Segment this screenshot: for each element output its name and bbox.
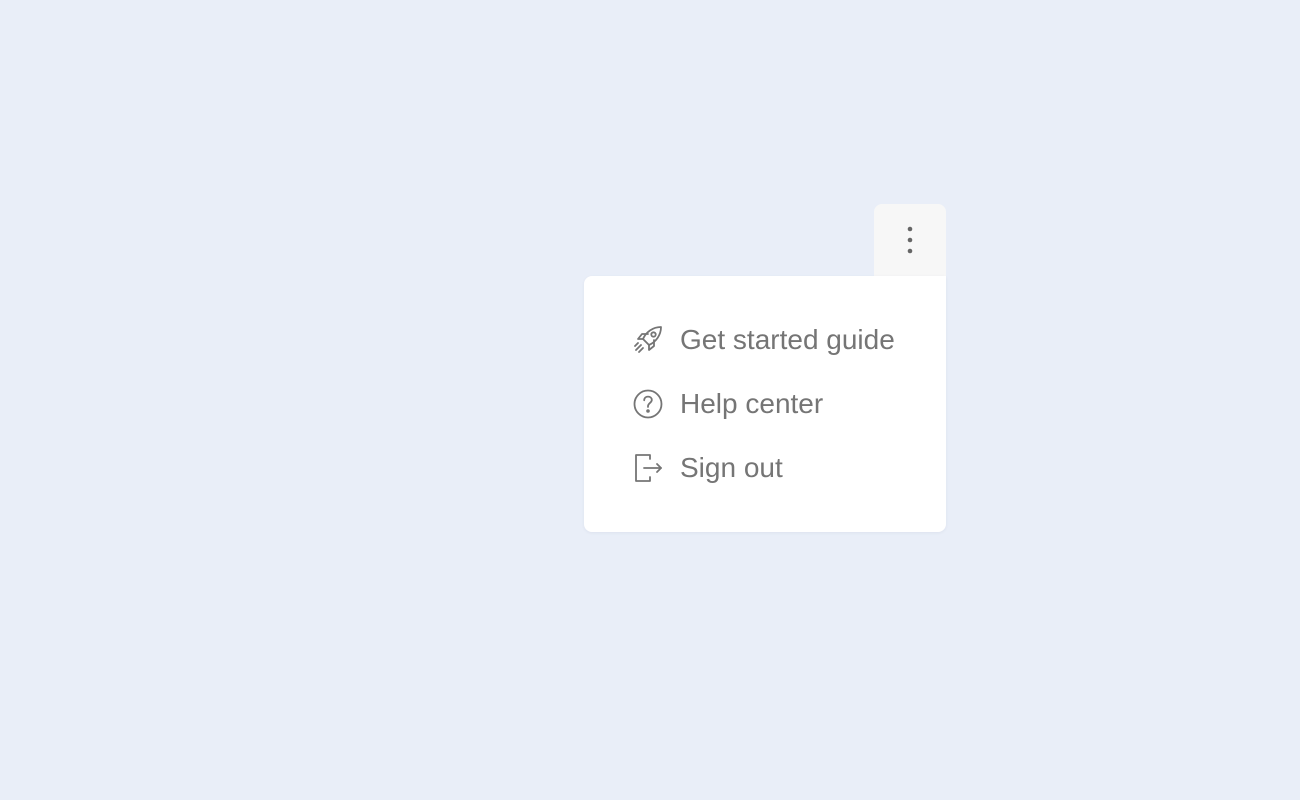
menu-item-help-center[interactable]: Help center [584,372,946,436]
menu-item-label: Get started guide [680,324,895,355]
page: Get started guide Help center Sign out [0,0,1300,800]
menu-item-get-started-guide[interactable]: Get started guide [584,308,946,372]
menu-item-label: Help center [680,388,824,419]
dropdown-menu: Get started guide Help center Sign out [584,276,946,532]
rocket-icon [632,324,664,356]
help-circle-icon [632,388,664,420]
menu-item-sign-out[interactable]: Sign out [584,436,946,500]
more-vertical-icon [906,224,914,256]
menu-item-label: Sign out [680,452,783,483]
more-options-button[interactable] [874,204,946,276]
sign-out-icon [632,452,664,484]
